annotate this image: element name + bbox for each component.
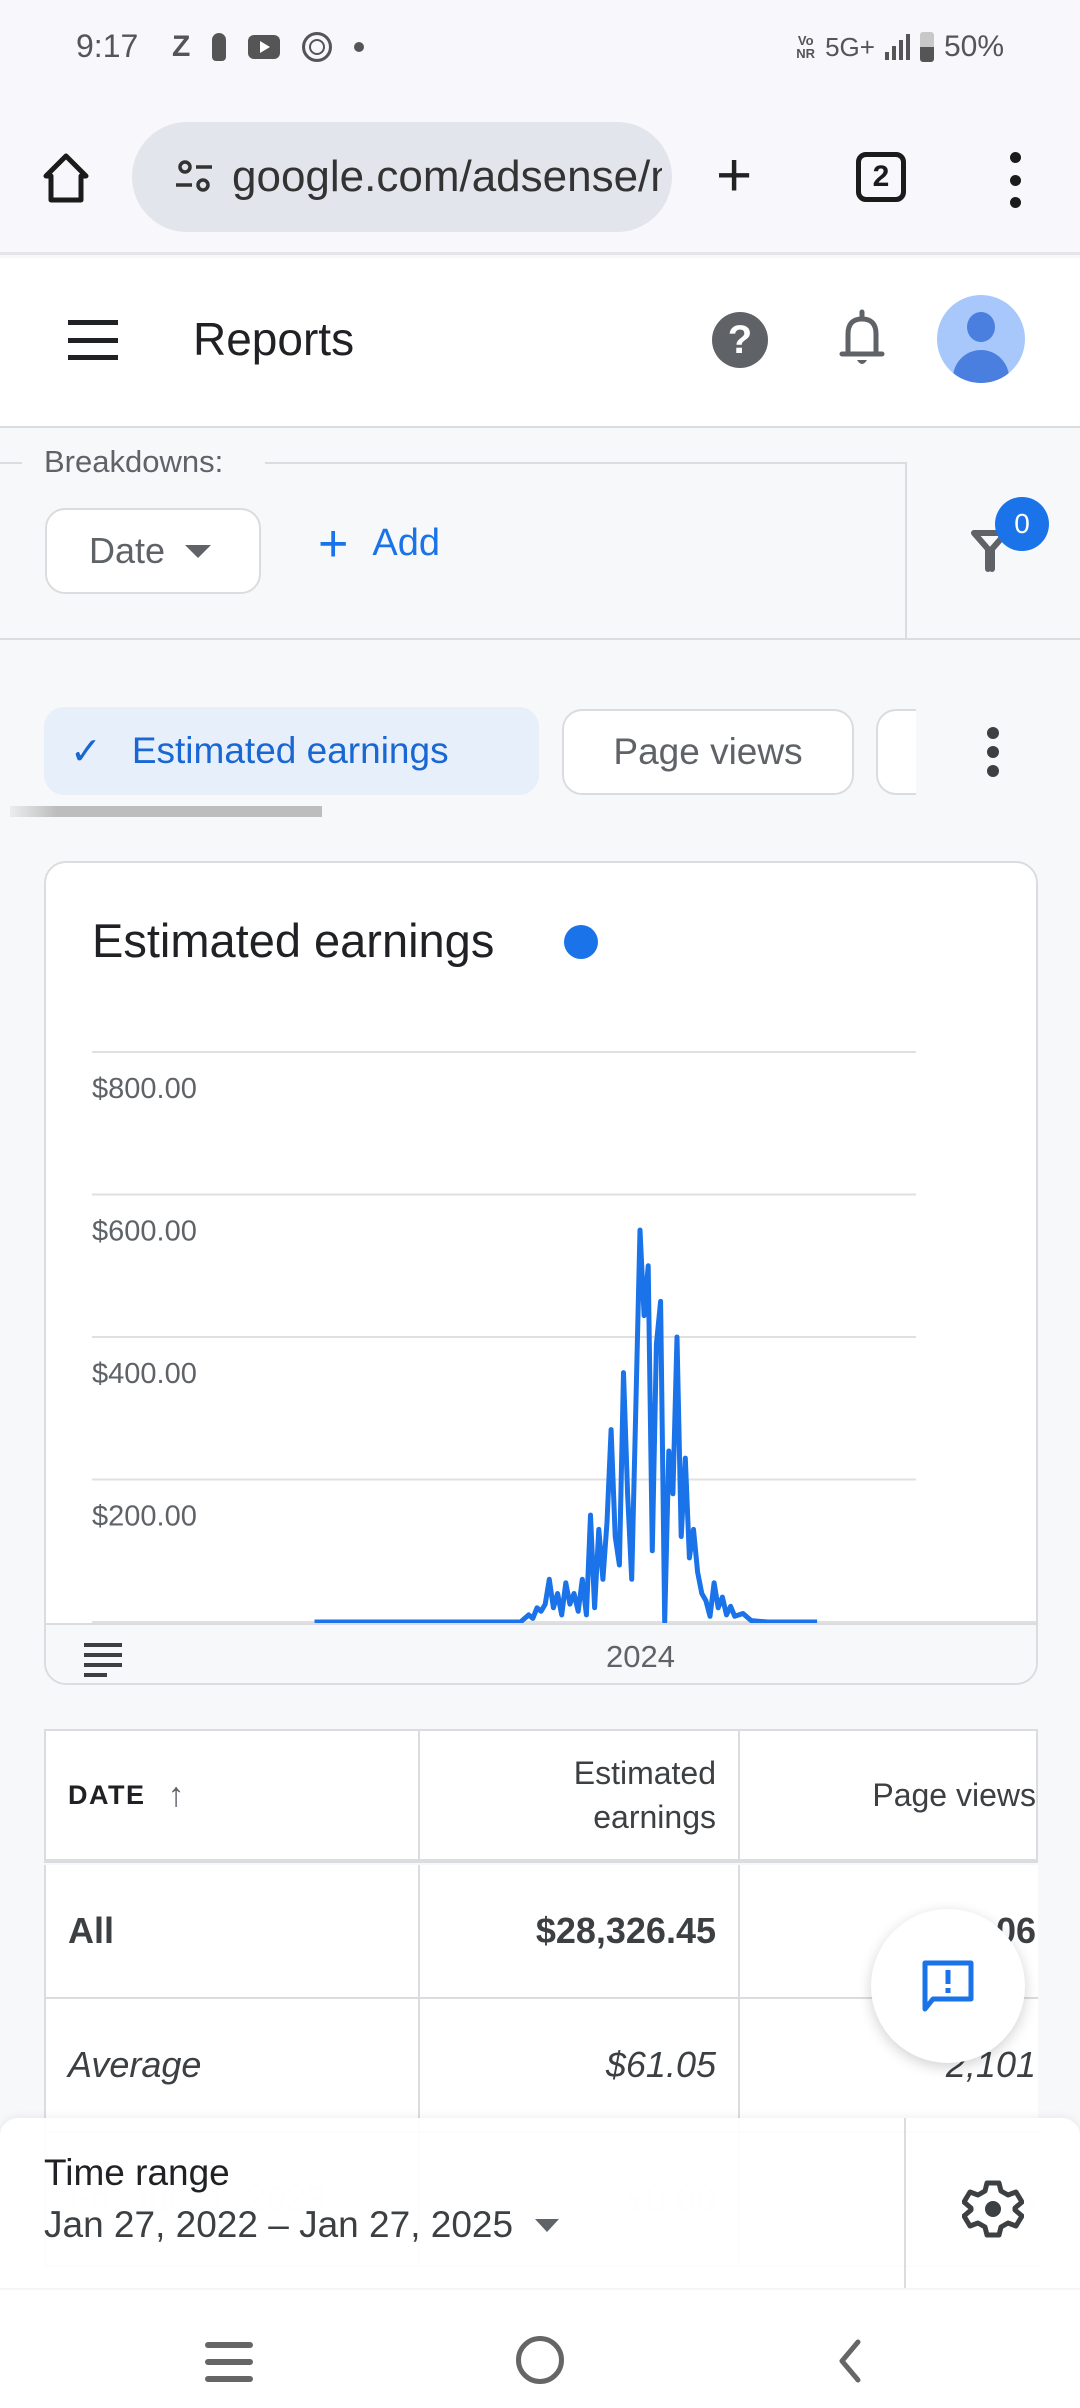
browser-menu-button[interactable]	[1000, 152, 1030, 208]
earnings-chart: $200.00 $400.00 $600.00 $800.00	[92, 1051, 1036, 1625]
time-range-label: Time range	[44, 2152, 230, 2193]
arrow-up-icon: ↑	[167, 1775, 185, 1814]
metric-chip-partial[interactable]	[876, 709, 916, 795]
row-earnings: $28,326.45	[535, 1910, 716, 1951]
page-views-column-header[interactable]: Page views	[740, 1731, 1040, 1859]
network-type: 5G+	[825, 31, 875, 62]
feedback-icon	[922, 1960, 974, 2012]
add-breakdown-label: Add	[372, 522, 440, 564]
notification-icons: Z	[172, 30, 365, 64]
z-app-icon: Z	[172, 30, 191, 63]
site-settings-icon[interactable]	[174, 157, 214, 197]
x-tick-label: 2024	[606, 1639, 675, 1674]
chip-scrollbar[interactable]	[10, 806, 322, 817]
address-bar[interactable]: google.com/adsense/n	[132, 122, 672, 232]
back-icon[interactable]	[830, 2338, 870, 2384]
system-icons: Vo NR 5G+ 50%	[796, 30, 1004, 64]
y-tick-label: $800.00	[92, 1073, 197, 1105]
breakdowns-label: Breakdowns:	[44, 444, 224, 479]
table-header: DATE ↑ Estimated earnings Page views	[44, 1729, 1038, 1863]
earnings-column-header[interactable]: Estimated earnings	[420, 1731, 740, 1859]
notification-app-icon	[212, 33, 227, 61]
date-breakdown-dropdown[interactable]: Date	[45, 508, 261, 594]
help-icon[interactable]: ?	[712, 312, 768, 368]
filter-count-badge: 0	[995, 497, 1049, 551]
account-avatar[interactable]	[937, 295, 1025, 383]
browser-toolbar: google.com/adsense/n + 2	[0, 100, 1080, 255]
divider	[904, 2118, 906, 2288]
vonr-icon: Vo NR	[796, 34, 815, 60]
metric-chip-label: Estimated earnings	[131, 730, 449, 771]
divider	[905, 462, 907, 640]
signal-icon	[884, 34, 910, 60]
notifications-icon[interactable]	[836, 308, 888, 370]
series-line-estimated-earnings[interactable]	[314, 1227, 818, 1625]
date-column-header[interactable]: DATE ↑	[46, 1731, 420, 1859]
plus-icon: +	[318, 514, 349, 573]
vonr-bottom: NR	[796, 46, 816, 61]
home-icon[interactable]	[38, 150, 94, 206]
dropdown-caret-icon	[185, 544, 212, 558]
page-title: Reports	[193, 313, 355, 365]
chart-footer: 2024	[46, 1623, 1036, 1683]
time-range-value: Jan 27, 2022 – Jan 27, 2025	[44, 2204, 514, 2245]
menu-icon[interactable]	[68, 320, 118, 360]
y-tick-label: $600.00	[92, 1216, 197, 1248]
metric-chip-estimated-earnings[interactable]: ✓ Estimated earnings	[44, 707, 539, 795]
url-text[interactable]: google.com/adsense/n	[232, 152, 662, 202]
recent-apps-icon[interactable]	[205, 2342, 253, 2382]
date-header-label: DATE	[68, 1779, 146, 1810]
page-views-header-label: Page views	[872, 1777, 1036, 1813]
status-bar: 9:17 Z Vo NR 5G+ 50%	[0, 0, 1080, 100]
battery-percent: 50%	[943, 30, 1004, 63]
table-view-icon[interactable]	[84, 1643, 122, 1677]
earnings-header-line1: Estimated	[573, 1755, 716, 1791]
metric-chips: ✓ Estimated earnings Page views	[0, 707, 1080, 797]
youtube-icon	[248, 35, 281, 59]
system-nav-bar	[0, 2290, 1080, 2408]
app-header: Reports ?	[0, 258, 1080, 428]
breakdowns-section: Breakdowns: Date + Add	[0, 430, 1080, 640]
row-date: Average	[68, 2044, 202, 2085]
more-metrics-icon[interactable]	[985, 727, 1001, 777]
feedback-button[interactable]	[871, 1909, 1025, 2063]
add-breakdown-button[interactable]: + Add	[318, 514, 440, 573]
status-time: 9:17	[76, 28, 139, 64]
time-range-panel: Time range Jan 27, 2022 – Jan 27, 2025	[0, 2118, 1080, 2288]
tab-switcher-button[interactable]: 2	[856, 152, 906, 202]
y-tick-label: $200.00	[92, 1501, 197, 1533]
metric-chip-label: Page views	[613, 731, 803, 772]
metric-chip-page-views[interactable]: Page views	[562, 709, 854, 795]
check-icon: ✓	[70, 730, 102, 773]
dropdown-caret-icon	[535, 2218, 560, 2232]
time-range-dropdown[interactable]: Jan 27, 2022 – Jan 27, 2025	[44, 2204, 560, 2246]
home-nav-icon[interactable]	[516, 2336, 564, 2384]
settings-icon[interactable]	[962, 2178, 1024, 2240]
chart-card: Estimated earnings $200.00 $400.00 $600.00…	[44, 861, 1038, 1685]
row-date: All	[68, 1910, 115, 1951]
divider	[265, 462, 905, 464]
row-earnings: $61.05	[605, 2044, 716, 2085]
dot-icon	[354, 42, 365, 52]
new-tab-button[interactable]: +	[716, 145, 752, 207]
divider	[0, 462, 22, 464]
date-breakdown-label: Date	[89, 530, 166, 571]
sync-icon	[302, 32, 333, 62]
earnings-header-line2: earnings	[593, 1799, 716, 1835]
battery-icon	[919, 32, 934, 62]
y-tick-label: $400.00	[92, 1358, 197, 1390]
